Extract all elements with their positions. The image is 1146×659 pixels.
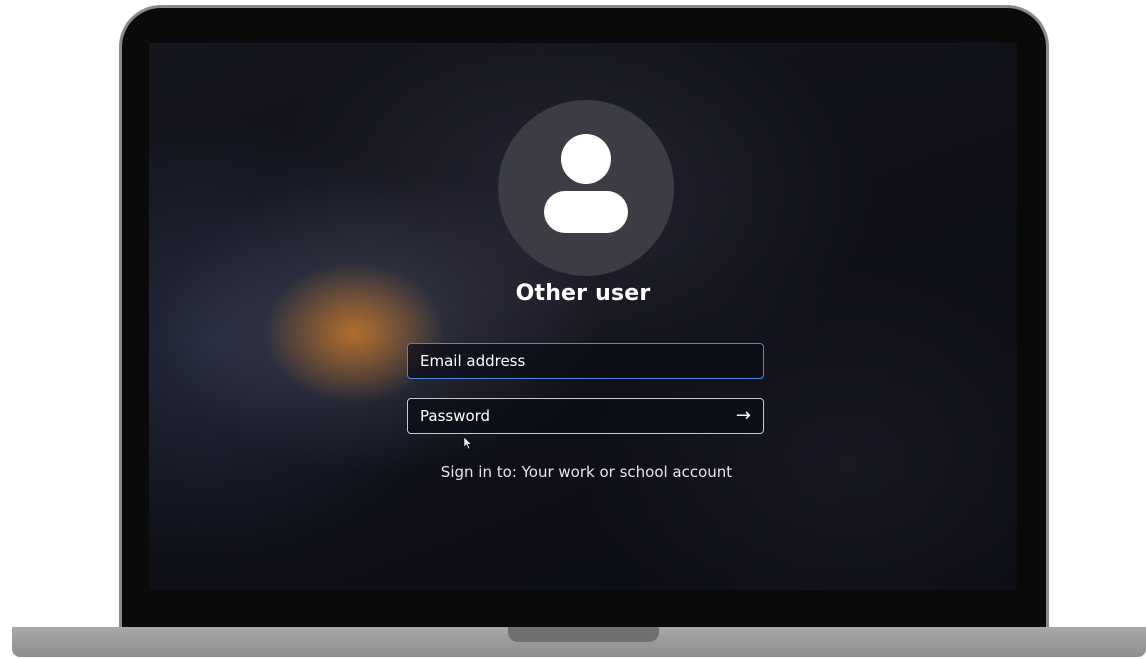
mouse-pointer-icon (463, 436, 473, 450)
user-name-title: Other user (515, 281, 651, 306)
sign-in-hint: Sign in to: Your work or school account (440, 463, 733, 481)
lock-screen: Other user Email address Password → Sign… (149, 43, 1017, 590)
arrow-right-icon[interactable]: → (736, 399, 751, 433)
user-avatar-icon (498, 100, 674, 276)
email-address-input[interactable]: Email address (407, 343, 764, 379)
laptop-notch (508, 627, 659, 642)
email-placeholder: Email address (420, 352, 526, 370)
password-input[interactable]: Password → (407, 398, 764, 434)
password-placeholder: Password (420, 407, 491, 425)
